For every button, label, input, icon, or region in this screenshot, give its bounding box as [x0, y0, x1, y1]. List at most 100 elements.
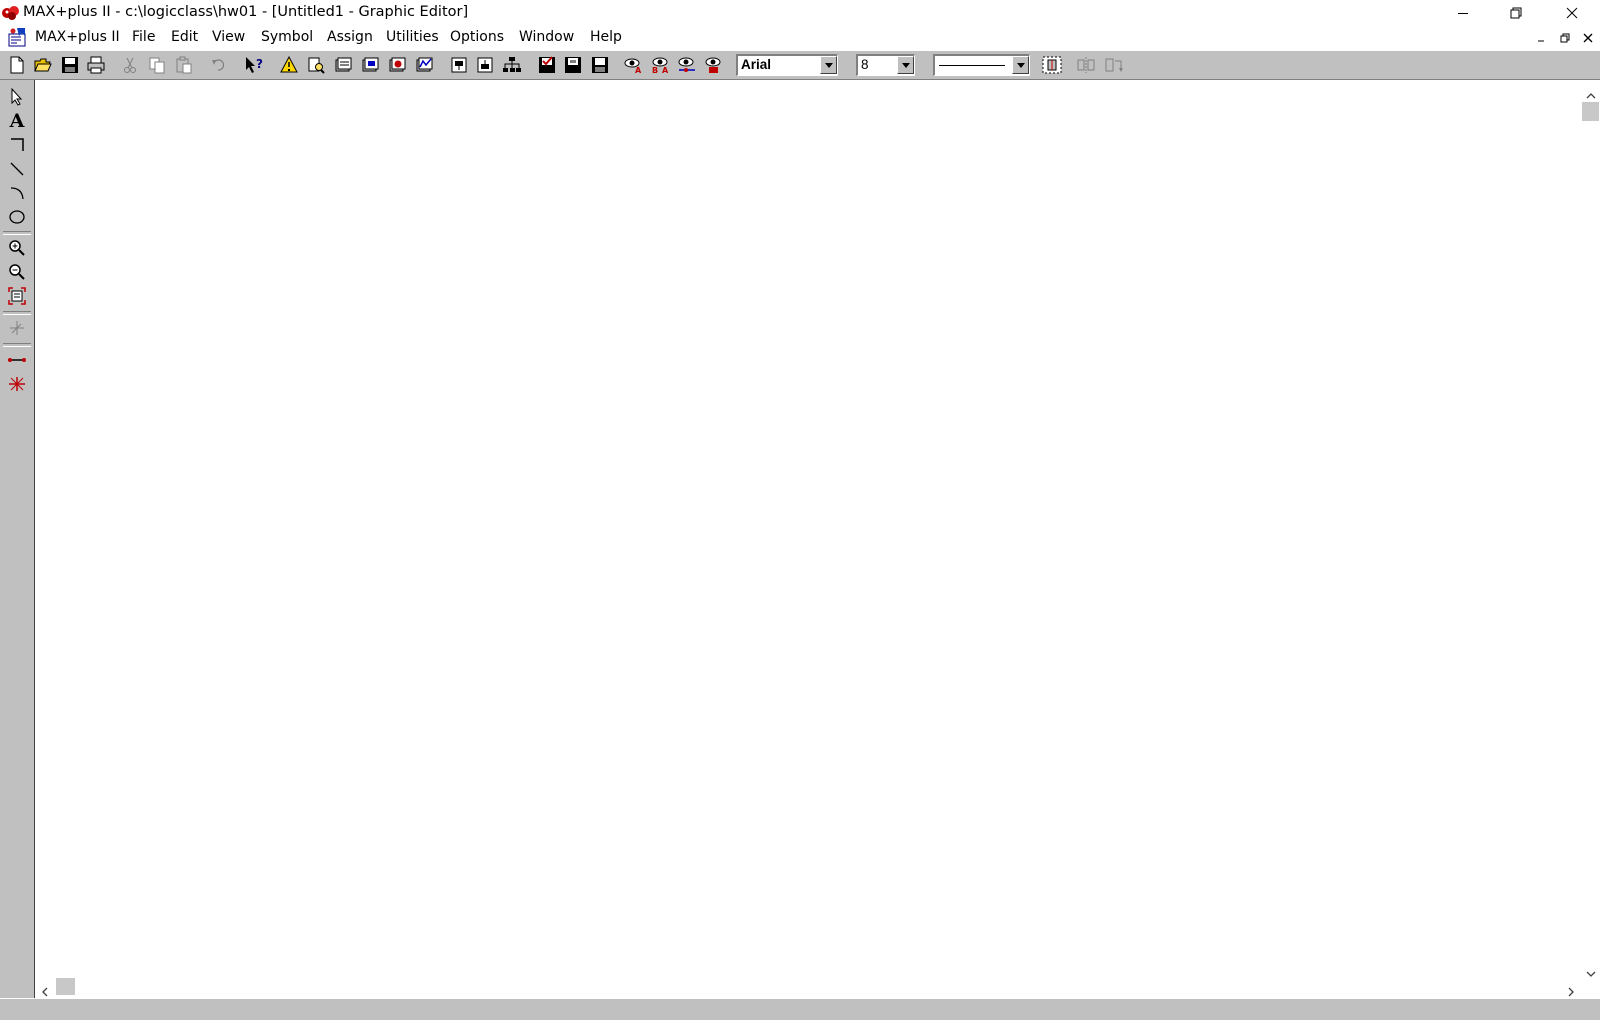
print-button[interactable] — [84, 53, 108, 77]
menu-window[interactable]: Window — [519, 29, 574, 45]
orthogonal-line-tool[interactable] — [5, 133, 29, 156]
menu-assign[interactable]: Assign — [327, 29, 373, 45]
horizontal-scroll-thumb[interactable] — [56, 978, 75, 995]
vertical-scroll-thumb[interactable] — [1582, 102, 1599, 121]
document-search-icon — [308, 57, 325, 74]
close-icon — [1566, 7, 1578, 19]
cross-connect-tool[interactable] — [5, 372, 29, 395]
flip-horizontal-button[interactable] — [1074, 53, 1098, 77]
font-size-select[interactable]: 8 — [856, 54, 915, 76]
app-logo-icon[interactable] — [2, 5, 20, 21]
menu-file[interactable]: File — [132, 29, 155, 45]
view-probe-button[interactable] — [702, 53, 726, 77]
minimize-icon — [1458, 13, 1468, 14]
new-file-icon — [10, 56, 24, 74]
timing-analyzer-button[interactable] — [412, 53, 436, 77]
scroll-down-arrow-icon[interactable] — [1586, 963, 1596, 982]
menu-symbol[interactable]: Symbol — [261, 29, 313, 45]
view-node-button[interactable]: A — [622, 53, 646, 77]
open-folder-icon — [34, 58, 52, 72]
view-connection-button[interactable] — [675, 53, 699, 77]
vertical-scrollbar[interactable] — [1581, 81, 1600, 977]
cut-button[interactable] — [118, 53, 142, 77]
menu-utilities[interactable]: Utilities — [386, 29, 439, 45]
paste-button[interactable] — [172, 53, 196, 77]
compiler-button[interactable] — [358, 53, 382, 77]
zoom-in-icon — [9, 239, 25, 256]
chevron-down-icon[interactable] — [897, 56, 914, 74]
menu-options[interactable]: Options — [450, 29, 504, 45]
zoom-in-tool[interactable] — [5, 236, 29, 259]
floorplan-editor-button[interactable] — [331, 53, 355, 77]
rotate-icon — [1105, 58, 1123, 72]
horizontal-scrollbar[interactable] — [36, 977, 1581, 997]
minimize-button[interactable] — [1437, 0, 1489, 26]
view-node-b-button[interactable]: BA — [649, 53, 673, 77]
simulator-icon — [389, 57, 406, 72]
rubberbanding-tool[interactable] — [5, 316, 29, 339]
hierarchy-tree-button[interactable] — [500, 53, 524, 77]
arrow-pointer-icon — [11, 87, 23, 106]
zoom-out-tool[interactable] — [5, 260, 29, 283]
context-help-button[interactable]: ? — [242, 53, 266, 77]
line-style-select[interactable] — [933, 54, 1030, 76]
flip-horizontal-icon — [1077, 57, 1095, 73]
menu-help[interactable]: Help — [590, 29, 622, 45]
mdi-restore-button[interactable] — [1556, 29, 1574, 47]
text-tool[interactable]: A — [5, 109, 29, 132]
warning-messages-button[interactable] — [277, 53, 301, 77]
menu-bar: MAX+plus II File Edit View Symbol Assign… — [0, 26, 1600, 50]
menu-maxplus[interactable]: MAX+plus II — [35, 29, 120, 45]
compiler-icon — [362, 57, 379, 72]
mdi-minimize-button[interactable] — [1532, 29, 1550, 47]
document-system-menu-icon[interactable] — [7, 28, 29, 48]
copy-button[interactable] — [145, 53, 169, 77]
menu-edit[interactable]: Edit — [171, 29, 198, 45]
cross-connect-icon — [9, 376, 25, 391]
chevron-down-icon[interactable] — [820, 56, 837, 74]
status-bar — [0, 998, 1600, 1020]
save-and-simulate-button[interactable] — [588, 53, 612, 77]
arc-tool[interactable] — [5, 181, 29, 204]
palette-separator — [3, 231, 31, 235]
close-button[interactable] — [1546, 0, 1598, 26]
eye-probe-icon — [705, 57, 721, 73]
font-name-select[interactable]: Arial — [736, 54, 838, 76]
diagonal-line-tool[interactable] — [5, 157, 29, 180]
diagonal-line-icon — [10, 162, 24, 175]
save-button[interactable] — [58, 53, 82, 77]
chip-stack-icon — [335, 57, 352, 72]
title-bar: MAX+plus II - c:\logicclass\hw01 - [Unti… — [0, 0, 1600, 26]
circle-tool[interactable] — [5, 205, 29, 228]
hierarchy-display-button[interactable] — [304, 53, 328, 77]
menu-view[interactable]: View — [212, 29, 245, 45]
new-file-button[interactable] — [5, 53, 29, 77]
printer-icon — [87, 56, 105, 74]
simulator-button[interactable] — [385, 53, 409, 77]
save-and-compile-button[interactable] — [561, 53, 585, 77]
rotate-button[interactable] — [1102, 53, 1126, 77]
snap-to-grid-button[interactable] — [1040, 53, 1064, 77]
graphic-editor-canvas[interactable] — [36, 81, 1581, 977]
hierarchy-down-button[interactable] — [473, 53, 497, 77]
undo-button[interactable] — [207, 53, 231, 77]
paste-clipboard-icon — [176, 56, 192, 74]
open-file-button[interactable] — [31, 53, 55, 77]
selection-tool[interactable] — [5, 85, 29, 108]
connect-lines-tool[interactable] — [5, 348, 29, 371]
scissors-icon — [124, 57, 136, 73]
restore-button[interactable] — [1490, 0, 1542, 26]
fit-in-window-tool[interactable] — [5, 284, 29, 307]
close-icon — [1583, 33, 1593, 43]
hierarchy-up-icon — [451, 57, 467, 73]
copy-icon — [149, 57, 165, 74]
save-and-check-button[interactable] — [535, 53, 559, 77]
open-top-level-button[interactable] — [447, 53, 471, 77]
mdi-close-button[interactable] — [1579, 29, 1597, 47]
orthogonal-line-icon — [11, 137, 24, 151]
timing-analyzer-icon — [416, 57, 433, 72]
zoom-out-icon — [9, 263, 25, 280]
line-style-preview — [939, 65, 1005, 66]
chevron-down-icon[interactable] — [1012, 56, 1029, 74]
svg-text:A: A — [635, 66, 642, 74]
